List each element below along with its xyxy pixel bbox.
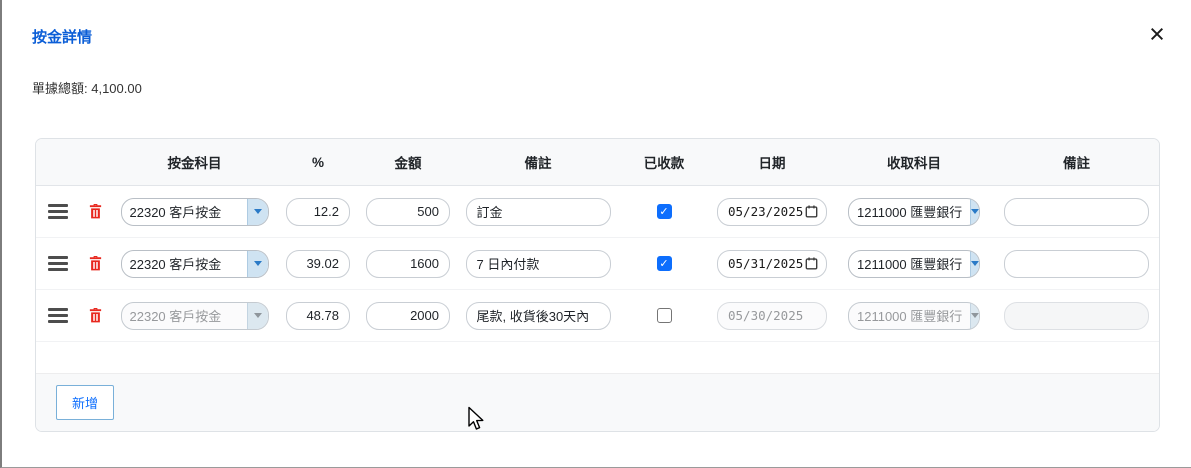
chevron-down-icon <box>247 199 268 225</box>
header-date: 日期 <box>710 152 834 172</box>
header-percent: % <box>278 155 358 170</box>
receive-account-value: 1211000 匯豐銀行 <box>849 303 970 329</box>
deposit-account-select[interactable]: 22320 客戶按金 <box>121 198 269 226</box>
deposit-account-value: 22320 客戶按金 <box>122 303 247 329</box>
date-value: 05/23/2025 <box>728 204 803 219</box>
calendar-icon <box>805 205 818 218</box>
remark2-input[interactable] <box>1004 250 1149 278</box>
remark2-input[interactable] <box>1004 302 1149 330</box>
table-row: 22320 客戶按金 05/30/2025 1211000 匯豐銀行 <box>36 290 1159 342</box>
deposit-account-value: 22320 客戶按金 <box>122 199 247 225</box>
remark-input[interactable] <box>466 250 611 278</box>
date-input[interactable]: 05/31/2025 <box>717 250 827 278</box>
date-input[interactable]: 05/23/2025 <box>717 198 827 226</box>
chevron-down-icon <box>970 199 979 225</box>
drag-handle-icon[interactable] <box>48 204 68 219</box>
percent-input[interactable] <box>286 198 350 226</box>
document-total: 單據總額: 4,100.00 <box>32 78 142 97</box>
receive-account-select[interactable]: 1211000 匯豐銀行 <box>848 250 980 278</box>
table-body: 22320 客戶按金 ✓ 05/23/2025 1211000 匯豐銀行 <box>36 186 1159 342</box>
delete-row-button[interactable] <box>88 255 103 272</box>
delete-row-button[interactable] <box>88 203 103 220</box>
header-deposit-account: 按金科目 <box>111 152 278 172</box>
date-input[interactable]: 05/30/2025 <box>717 302 827 330</box>
receive-account-value: 1211000 匯豐銀行 <box>849 251 970 277</box>
header-remark2: 備註 <box>994 152 1159 172</box>
remark-input[interactable] <box>466 198 611 226</box>
delete-row-button[interactable] <box>88 307 103 324</box>
date-value: 05/30/2025 <box>728 308 803 323</box>
drag-handle-icon[interactable] <box>48 308 68 323</box>
table-row: 22320 客戶按金 ✓ 05/31/2025 1211000 匯豐銀行 <box>36 238 1159 290</box>
drag-handle-icon[interactable] <box>48 256 68 271</box>
deposit-account-select[interactable]: 22320 客戶按金 <box>121 302 269 330</box>
amount-input[interactable] <box>366 250 450 278</box>
receive-account-select[interactable]: 1211000 匯豐銀行 <box>848 198 980 226</box>
header-remark: 備註 <box>458 152 618 172</box>
trash-icon <box>88 307 103 324</box>
receive-account-select[interactable]: 1211000 匯豐銀行 <box>848 302 980 330</box>
trash-icon <box>88 203 103 220</box>
table-footer: 新增 <box>36 373 1159 431</box>
chevron-down-icon <box>247 251 268 277</box>
chevron-down-icon <box>247 303 268 329</box>
percent-input[interactable] <box>286 302 350 330</box>
trash-icon <box>88 255 103 272</box>
deposit-account-value: 22320 客戶按金 <box>122 251 247 277</box>
calendar-icon <box>805 257 818 270</box>
close-icon[interactable]: × <box>1145 20 1169 48</box>
header-receive-account: 收取科目 <box>834 152 994 172</box>
chevron-down-icon <box>970 303 979 329</box>
percent-input[interactable] <box>286 250 350 278</box>
chevron-down-icon <box>970 251 979 277</box>
amount-input[interactable] <box>366 198 450 226</box>
table-header-row: 按金科目 % 金額 備註 已收款 日期 收取科目 備註 <box>36 139 1159 186</box>
received-checkbox[interactable]: ✓ <box>657 204 672 219</box>
header-received: 已收款 <box>618 152 710 172</box>
amount-input[interactable] <box>366 302 450 330</box>
received-checkbox[interactable]: ✓ <box>657 256 672 271</box>
remark-input[interactable] <box>466 302 611 330</box>
table-row: 22320 客戶按金 ✓ 05/23/2025 1211000 匯豐銀行 <box>36 186 1159 238</box>
deposit-details-modal: 按金詳情 × 單據總額: 4,100.00 按金科目 % 金額 備註 已收款 日… <box>0 0 1191 468</box>
deposit-table: 按金科目 % 金額 備註 已收款 日期 收取科目 備註 22320 客戶按金 <box>35 138 1160 432</box>
remark2-input[interactable] <box>1004 198 1149 226</box>
deposit-account-select[interactable]: 22320 客戶按金 <box>121 250 269 278</box>
page-title: 按金詳情 <box>32 26 92 47</box>
received-checkbox[interactable] <box>657 308 672 323</box>
header-amount: 金額 <box>358 152 458 172</box>
receive-account-value: 1211000 匯豐銀行 <box>849 199 970 225</box>
add-row-button[interactable]: 新增 <box>56 385 114 420</box>
date-value: 05/31/2025 <box>728 256 803 271</box>
